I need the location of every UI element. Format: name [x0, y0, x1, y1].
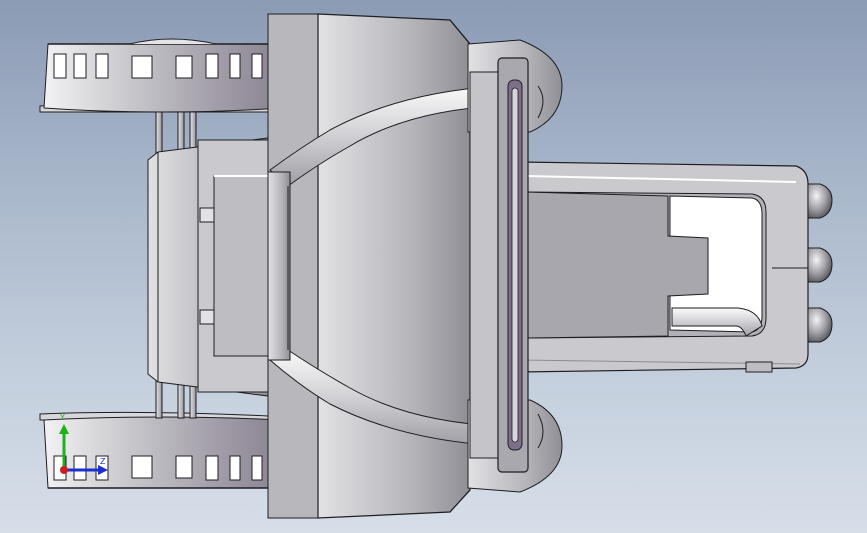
main-body-housing[interactable]	[267, 13, 471, 519]
rear-knobs[interactable]	[807, 183, 833, 343]
triad-axes	[59, 424, 108, 475]
coordinate-triad: Y Z	[50, 414, 120, 480]
triad-z-label: Z	[100, 457, 106, 466]
bolt-upper	[199, 207, 215, 223]
z-axis-dot	[60, 466, 68, 474]
robot-assembly-model[interactable]	[0, 0, 867, 533]
bolt-lower	[199, 309, 215, 325]
cad-graphics-viewport[interactable]: Y Z	[0, 0, 867, 533]
gripper-arm[interactable]	[519, 161, 809, 373]
triad-y-label: Y	[60, 413, 65, 422]
rear-mounting-plate[interactable]	[469, 57, 529, 473]
chassis-front-plate[interactable]	[147, 137, 271, 397]
